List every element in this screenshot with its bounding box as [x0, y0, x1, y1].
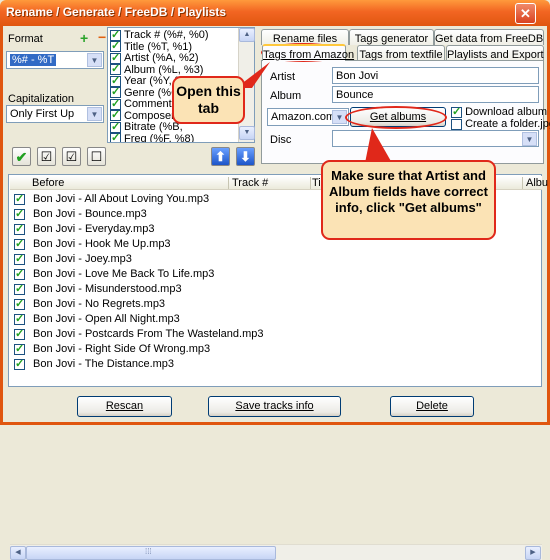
instructions-callout: Make sure that Artist and Album fields h…	[321, 160, 496, 240]
scroll-right-icon[interactable]: ▶	[525, 546, 541, 560]
scroll-left-icon[interactable]: ◀	[10, 546, 26, 560]
open-tab-callout: Open this tab	[172, 76, 245, 124]
scroll-thumb[interactable]: ⁞⁞⁞	[26, 546, 276, 560]
tab-tags-from-amazon[interactable]: Tags from Amazon	[262, 44, 354, 61]
horizontal-scrollbar[interactable]: ◀ ⁞⁞⁞ ▶	[10, 544, 542, 560]
instructions-pointer	[365, 128, 392, 163]
